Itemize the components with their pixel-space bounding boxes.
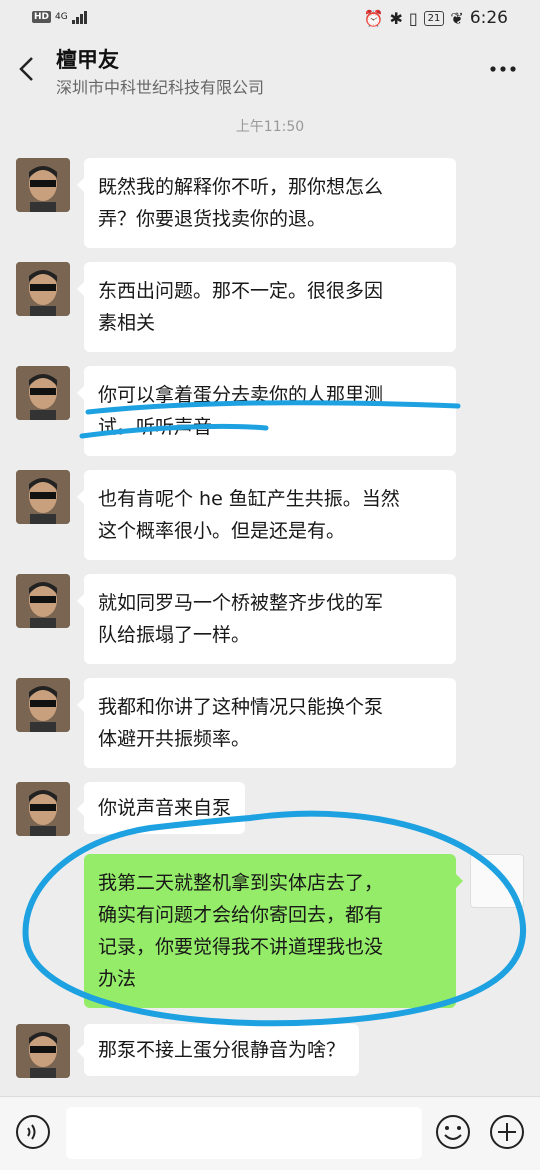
message-text: 也有肯呢个 he 鱼缸产生共振。当然 [98,488,400,510]
status-right: ⏰ ✱ ▯ 21 ❦ 6:26 [364,8,508,28]
alarm-icon: ⏰ [363,8,384,28]
avatar[interactable] [16,366,70,420]
message-text: 既然我的解释你不听，那你想怎么 [98,176,384,198]
clock: 6:26 [469,8,508,28]
bluetooth-icon: ✱ [389,8,403,28]
message-text: 我都和你讲了这种情况只能换个泵 [98,696,384,718]
input-bar [0,1096,540,1170]
message-bubble[interactable]: 也有肯呢个 he 鱼缸产生共振。当然 这个概率很小。但是还是有。 [77,470,456,560]
message-text: 体避开共振频率。 [98,728,251,750]
message-timestamp: 上午11:50 [235,119,305,135]
message-bubble[interactable]: 那泵不接上蛋分很静音为啥？ [76,1024,360,1076]
message-text: 就如同罗马一个桥被整齐步伐的军 [98,592,384,614]
avatar[interactable] [16,574,70,628]
message-bubble-self[interactable]: 我第二天就整机拿到实体店去了， 确实有问题才会给你寄回去，都有 记录，你要觉得我… [84,854,463,1008]
message-input[interactable] [66,1107,422,1159]
message-bubble[interactable]: 东西出问题。那不一定。很很多因 素相关 [77,262,456,352]
battery-icon: 21 [423,10,445,26]
message-text: 队给振塌了一样。 [98,624,251,646]
message-text: 确实有问题才会给你寄回去，都有 [98,904,384,926]
leaf-icon: ❦ [450,8,464,28]
network-label: 4G [55,11,68,22]
message-text: 弄？你要退货找卖你的退。 [98,208,327,230]
plus-icon[interactable] [488,1113,526,1151]
status-left: HD 4G [32,10,87,24]
message-text: 素相关 [98,312,156,334]
avatar[interactable] [16,1024,70,1078]
back-arrow-icon[interactable] [14,52,42,86]
message-text: 办法 [98,968,137,990]
avatar[interactable] [16,678,70,732]
more-icon[interactable] [488,60,518,78]
message-bubble[interactable]: 就如同罗马一个桥被整齐步伐的军 队给振塌了一样。 [77,574,456,664]
voice-icon[interactable] [14,1113,52,1151]
message-text: 记录，你要觉得我不讲道理我也没 [98,936,384,958]
vibrate-icon: ▯ [408,8,418,28]
message-text: 我第二天就整机拿到实体店去了， [98,872,384,894]
avatar[interactable] [16,158,70,212]
hd-badge: HD [32,11,52,23]
emoji-icon[interactable] [434,1113,472,1151]
chat-subtitle: 深圳市中科世纪科技有限公司 [56,78,265,97]
self-avatar[interactable] [470,854,524,908]
message-text: 你说声音来自泵 [98,797,232,819]
message-text: 东西出问题。那不一定。很很多因 [98,280,384,302]
signal-icon [71,10,87,24]
message-text: 你可以拿着蛋分去卖你的人那里测 [98,384,384,406]
chat-title: 檀甲友 [56,48,119,72]
message-bubble[interactable]: 你可以拿着蛋分去卖你的人那里测 试。听听声音 [77,366,456,456]
message-text: 这个概率很小。但是还是有。 [98,520,346,542]
chat-header: 檀甲友 深圳市中科世纪科技有限公司 [0,38,540,100]
avatar[interactable] [16,470,70,524]
status-bar: HD 4G ⏰ ✱ ▯ 21 ❦ 6:26 [0,0,540,38]
message-bubble[interactable]: 你说声音来自泵 [76,782,246,834]
message-bubble[interactable]: 我都和你讲了这种情况只能换个泵 体避开共振频率。 [77,678,456,768]
message-bubble[interactable]: 既然我的解释你不听，那你想怎么 弄？你要退货找卖你的退。 [77,158,456,248]
message-text: 试。听听声音 [98,416,213,438]
message-text: 那泵不接上蛋分很静音为啥？ [98,1039,346,1061]
avatar[interactable] [16,262,70,316]
avatar[interactable] [16,782,70,836]
